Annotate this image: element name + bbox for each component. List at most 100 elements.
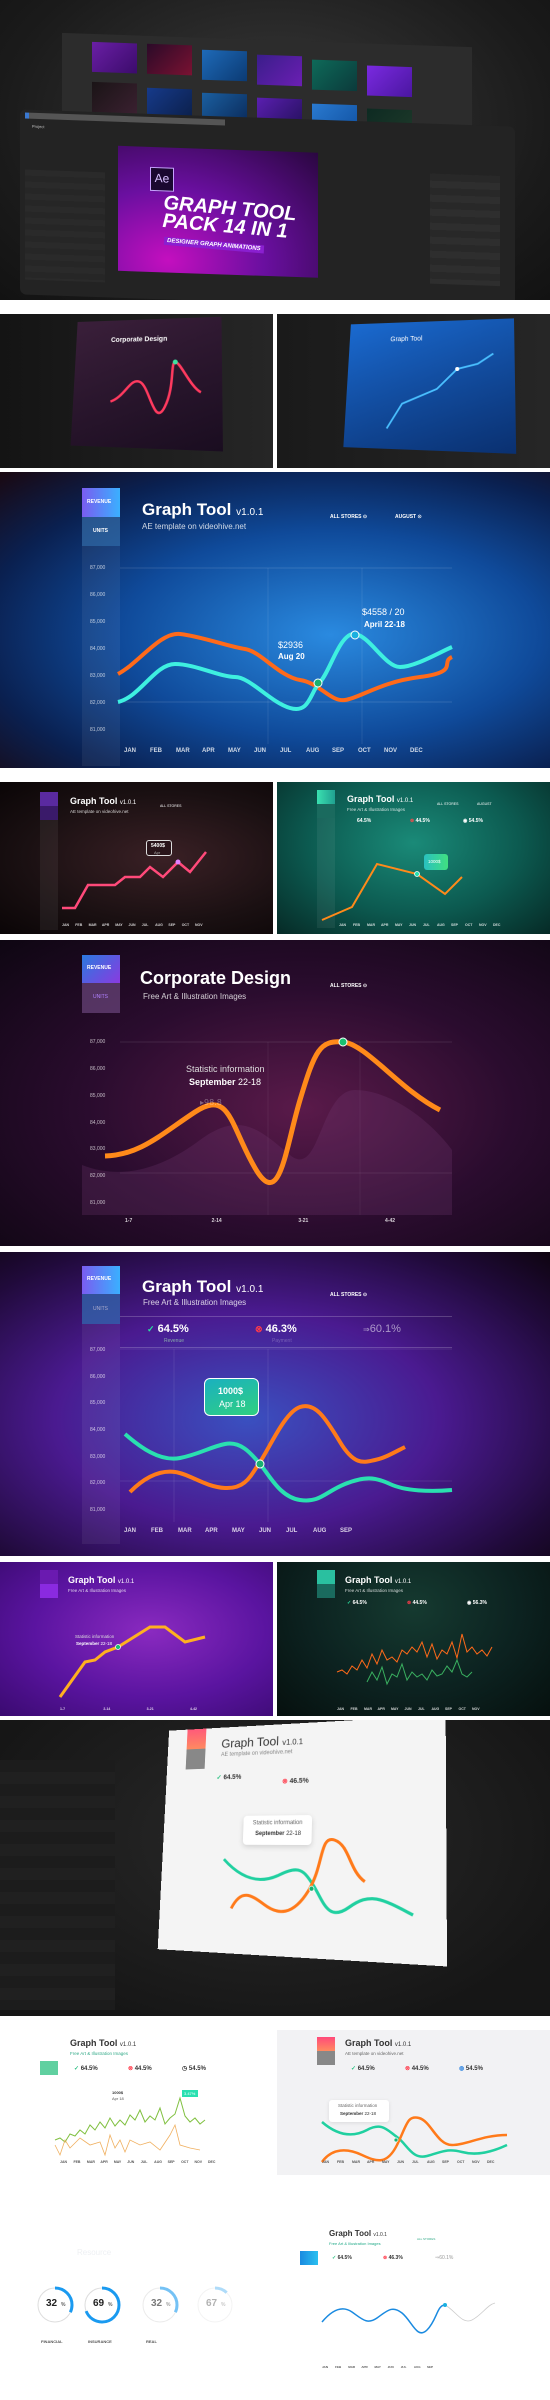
line-chart bbox=[343, 318, 516, 454]
series-orange bbox=[54, 2123, 201, 2157]
tooltip-date: Apr bbox=[154, 850, 161, 855]
y-tick-label: 85,000 bbox=[90, 1400, 106, 1407]
x-tick-label: JAN bbox=[322, 2160, 330, 2164]
x-tick-label: MAY bbox=[228, 748, 241, 754]
percent-sign: % bbox=[61, 2302, 66, 2308]
x-tick-label: JUL bbox=[140, 2160, 148, 2164]
tooltip: 1000$ Apr 18 bbox=[204, 1378, 259, 1416]
line-chart bbox=[320, 2116, 508, 2163]
thumbnail[interactable] bbox=[367, 65, 412, 98]
x-tick-label: NOV bbox=[479, 923, 487, 927]
callout-value: $4558 / 20 bbox=[362, 607, 405, 617]
x-tick-label: 4-42 bbox=[385, 1218, 396, 1224]
x-tick-label: MAY bbox=[374, 2365, 381, 2369]
project-tab[interactable]: Project bbox=[32, 124, 44, 129]
info-date: September 22-18 bbox=[189, 1077, 261, 1087]
graph-tool-light-perspective-panel: Graph Tool v1.0.1 AE template on videohi… bbox=[0, 1720, 550, 2016]
thumbnail[interactable] bbox=[92, 81, 137, 114]
donut-gauge: 32% bbox=[140, 2285, 180, 2325]
x-tick-label: FEB bbox=[151, 1528, 163, 1534]
y-tick-label: 87,000 bbox=[90, 1347, 106, 1353]
x-tick-label: FEB bbox=[353, 923, 360, 927]
thumbnail[interactable] bbox=[92, 41, 137, 74]
x-tick-label: NOV bbox=[195, 923, 203, 927]
graph-tool-blue-panel: REVENUE UNITS Graph Tool v1.0.1 AE templ… bbox=[0, 472, 550, 768]
x-tick-label: JUL bbox=[423, 923, 430, 927]
data-point bbox=[309, 1886, 314, 1891]
x-tick-label: MAY bbox=[113, 2160, 122, 2164]
x-tick-label: APR bbox=[205, 1528, 218, 1534]
x-tick-label: FEB bbox=[73, 2160, 81, 2164]
ae-window: Project Ae GRAPH TOOL PACK 14 IN 1 DESIG… bbox=[20, 109, 515, 300]
data-point-highlight bbox=[255, 1459, 265, 1469]
info-date-month: September bbox=[189, 1077, 236, 1087]
data-point-highlight bbox=[350, 630, 360, 640]
series-line bbox=[62, 851, 207, 910]
graph-tool-light-curve-panel: Graph Tool v1.0.1 AE template on videohi… bbox=[277, 2030, 550, 2175]
series-green bbox=[54, 2096, 206, 2143]
x-tick-label: MAY bbox=[391, 1707, 399, 1711]
line-chart bbox=[82, 1037, 452, 1215]
x-tick-label: JUN bbox=[259, 1528, 272, 1534]
x-tick-label: DEC bbox=[487, 2160, 495, 2164]
x-tick-label: FEB bbox=[75, 923, 83, 927]
info-label: Statistic information bbox=[75, 1634, 115, 1639]
thumbnail[interactable] bbox=[202, 49, 247, 82]
info-label: Statistic information bbox=[186, 1064, 265, 1074]
x-tick-label: JUN bbox=[254, 748, 267, 754]
badge-value: 3.47% bbox=[184, 2091, 196, 2096]
x-tick-label: 2-14 bbox=[103, 1707, 111, 1711]
series-grey bbox=[444, 2302, 496, 2322]
x-tick-label: JUN bbox=[397, 2160, 405, 2164]
composition-viewer: Ae GRAPH TOOL PACK 14 IN 1 DESIGNER GRAP… bbox=[118, 145, 318, 278]
line-chart bbox=[321, 862, 463, 921]
x-tick-label: MAR bbox=[352, 2160, 360, 2164]
project-panel bbox=[25, 169, 105, 283]
x-tick-label: APR bbox=[377, 1707, 385, 1711]
donut-label: INSURANCE bbox=[88, 2339, 112, 2344]
hero-title: GRAPH TOOL PACK 14 IN 1 bbox=[162, 192, 297, 243]
x-tick-label: MAY bbox=[382, 2160, 390, 2164]
y-tick-label: 86,000 bbox=[90, 1373, 106, 1380]
x-tick-label: SEP bbox=[427, 2365, 434, 2369]
thumbnail[interactable] bbox=[147, 43, 192, 76]
x-tick-label: AUG bbox=[313, 1528, 327, 1534]
donut-value: 32 bbox=[46, 2298, 58, 2309]
x-tick-label: JAN bbox=[124, 1528, 137, 1534]
y-tick-label: 85,000 bbox=[90, 1092, 106, 1099]
data-point bbox=[175, 859, 181, 865]
donut-value: 67 bbox=[206, 2298, 218, 2309]
data-point-highlight bbox=[313, 678, 323, 688]
callout-date: Aug 20 bbox=[278, 652, 305, 661]
x-tick-label: 3-21 bbox=[298, 1218, 309, 1224]
y-tick-label: 81,000 bbox=[90, 1200, 106, 1206]
x-tick-label: MAY bbox=[115, 923, 123, 927]
tooltip-value: 5400$ bbox=[151, 843, 165, 849]
x-tick-label: MAR bbox=[348, 2365, 356, 2369]
area-shadow bbox=[82, 1090, 452, 1215]
donut-label: REAL bbox=[146, 2339, 157, 2344]
thumbnail[interactable] bbox=[257, 54, 302, 87]
x-tick-label: 3-21 bbox=[146, 1707, 154, 1711]
toolbar bbox=[25, 112, 225, 126]
line-chart bbox=[71, 317, 223, 452]
x-tick-label: OCT bbox=[458, 1707, 466, 1711]
series-blue bbox=[321, 2304, 446, 2334]
series-line bbox=[321, 862, 463, 921]
x-tick-label: JUN bbox=[387, 2365, 394, 2369]
percent-sign: % bbox=[166, 2302, 171, 2308]
corporate-design-panel: REVENUE UNITS Corporate Design Free Art … bbox=[0, 940, 550, 1246]
percent-sign: % bbox=[108, 2302, 113, 2308]
info-date: September 22-18 bbox=[340, 2111, 376, 2116]
x-tick-label: JUL bbox=[286, 1528, 298, 1534]
x-tick-label: JAN bbox=[339, 923, 347, 927]
series-line bbox=[110, 362, 201, 414]
x-tick-label: AUG bbox=[437, 923, 445, 927]
donut-value: 32 bbox=[151, 2298, 163, 2309]
x-tick-label: SEP bbox=[445, 1707, 453, 1711]
percent-sign: % bbox=[221, 2302, 226, 2308]
marker-value: ▸98.8 bbox=[200, 1098, 222, 1107]
thumbnail[interactable] bbox=[312, 59, 357, 92]
data-point bbox=[115, 1644, 121, 1650]
series-orange bbox=[336, 1633, 493, 1675]
